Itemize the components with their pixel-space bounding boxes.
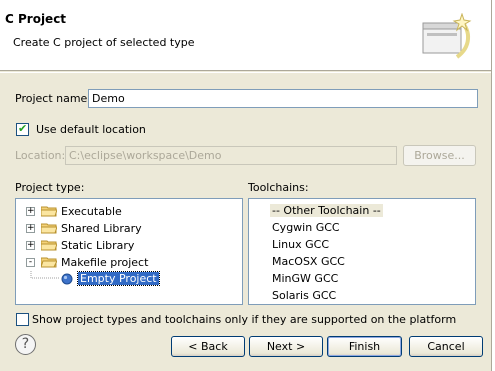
toolchain-item[interactable]: -- Other Toolchain -- (270, 204, 383, 217)
tree-item-shared-library[interactable]: + Shared Library (16, 220, 242, 237)
project-type-tree[interactable]: + Executable + Shared Library + Static L… (15, 198, 243, 305)
project-node-icon (61, 273, 73, 285)
wizard-header: C Project Create C project of selected t… (0, 0, 495, 71)
header-separator (0, 72, 495, 73)
tree-item-static-library[interactable]: + Static Library (16, 237, 242, 254)
wizard-description: Create C project of selected type (13, 36, 195, 49)
location-field[interactable]: C:\eclipse\workspace\Demo (65, 146, 397, 165)
tree-item-label: Shared Library (61, 222, 142, 235)
finish-button[interactable]: Finish (327, 336, 402, 357)
window-edge (491, 0, 495, 371)
wizard-title: C Project (5, 12, 67, 26)
help-icon[interactable]: ? (15, 334, 36, 355)
open-folder-icon (41, 257, 57, 268)
tree-connector-line (30, 271, 60, 279)
toolchain-item[interactable]: MinGW GCC (272, 272, 338, 285)
tree-item-label: Executable (61, 205, 122, 218)
next-button[interactable]: Next > (249, 336, 323, 357)
cancel-button[interactable]: Cancel (409, 336, 483, 357)
checkmark-icon: ✔ (18, 122, 28, 135)
tree-item-label: Empty Project (77, 271, 160, 286)
folder-icon (41, 223, 57, 234)
browse-button[interactable]: Browse... (403, 145, 476, 166)
use-default-location-label: Use default location (36, 123, 146, 136)
toolchain-item[interactable]: MacOSX GCC (272, 255, 345, 268)
tree-item-makefile-project[interactable]: - Makefile project (16, 254, 242, 271)
project-name-label: Project name: (15, 92, 92, 105)
use-default-location-checkbox[interactable]: ✔ (16, 122, 29, 136)
tree-item-label: Makefile project (61, 256, 149, 269)
project-name-field[interactable]: Demo (88, 89, 478, 108)
toolchain-item[interactable]: Linux GCC (272, 238, 329, 251)
expand-icon[interactable]: + (26, 207, 35, 216)
folder-icon (41, 240, 57, 251)
back-button[interactable]: < Back (171, 336, 245, 357)
toolchains-label: Toolchains: (248, 181, 309, 194)
tree-item-executable[interactable]: + Executable (16, 203, 242, 220)
tree-item-empty-project[interactable]: Empty Project (16, 271, 242, 288)
toolchain-item[interactable]: Solaris GCC (272, 289, 336, 302)
collapse-icon[interactable]: - (26, 258, 35, 267)
expand-icon[interactable]: + (26, 224, 35, 233)
folder-icon (41, 206, 57, 217)
toolchains-list[interactable]: -- Other Toolchain -- Cygwin GCC Linux G… (248, 198, 476, 305)
project-type-label: Project type: (15, 181, 85, 194)
expand-icon[interactable]: + (26, 241, 35, 250)
tree-item-label: Static Library (61, 239, 135, 252)
show-supported-only-checkbox[interactable] (16, 313, 29, 326)
wizard-banner-icon (422, 13, 472, 59)
show-supported-only-label: Show project types and toolchains only i… (32, 313, 457, 326)
location-label: Location: (15, 149, 66, 162)
toolchain-item[interactable]: Cygwin GCC (272, 221, 340, 234)
